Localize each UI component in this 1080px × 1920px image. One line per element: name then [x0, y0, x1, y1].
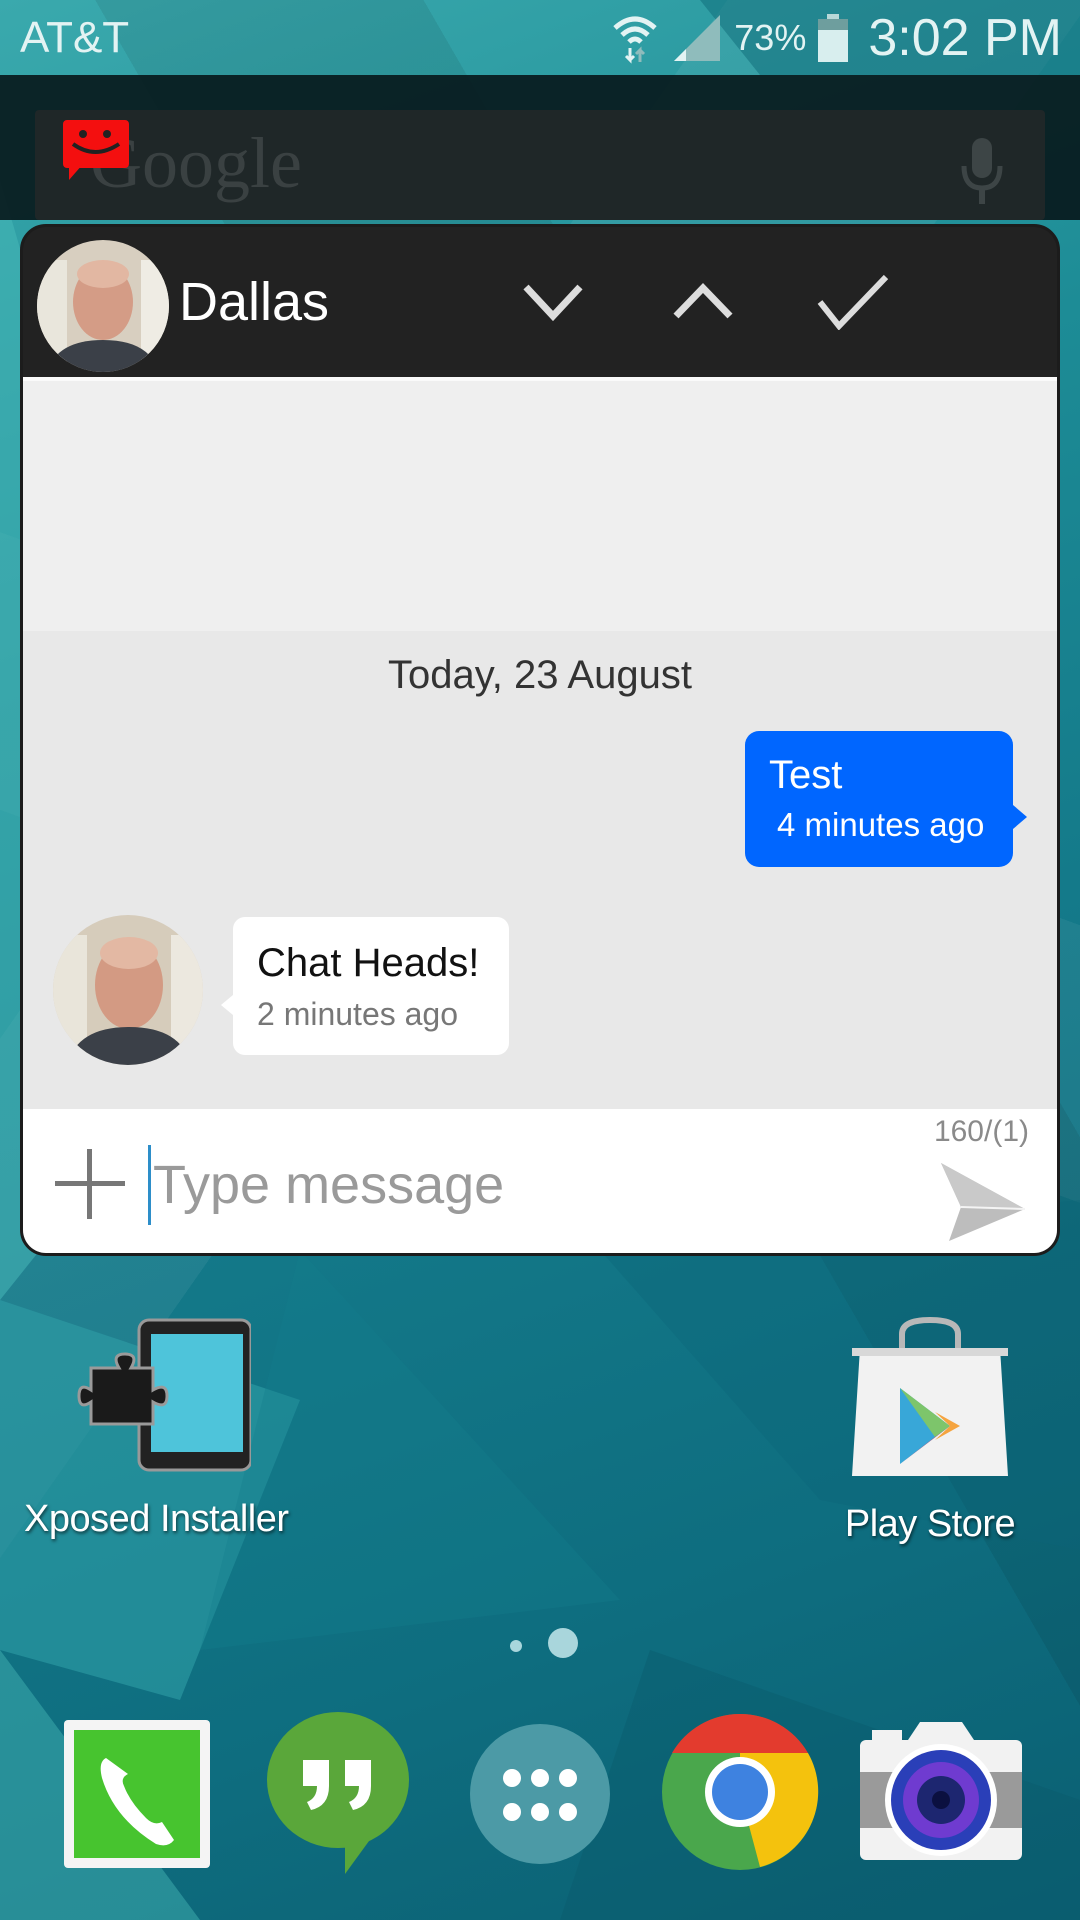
xposed-installer-icon — [77, 1318, 252, 1472]
app-label: Play Store — [844, 1503, 1016, 1545]
chat-head-window: Dallas Today, 23 August Test 4 minutes a… — [20, 224, 1060, 1256]
message-list[interactable]: Today, 23 August Test 4 minutes ago Chat… — [23, 631, 1057, 1109]
play-store-icon — [852, 1316, 1008, 1476]
battery-percent: 73% — [734, 16, 807, 58]
page-dot-1[interactable] — [510, 1640, 522, 1652]
attach-plus-icon[interactable] — [53, 1147, 127, 1221]
hangouts-icon[interactable] — [267, 1712, 409, 1874]
status-bar: AT&T 73% 3:02 PM — [0, 0, 1080, 75]
app-label: Xposed Installer — [24, 1498, 289, 1540]
message-text: Chat Heads! — [257, 941, 480, 985]
message-list-empty-area[interactable] — [23, 377, 1057, 631]
minimize-button[interactable] — [513, 267, 593, 337]
mic-icon[interactable] — [959, 136, 1005, 206]
expand-button[interactable] — [663, 267, 743, 337]
date-separator: Today, 23 August — [388, 653, 692, 697]
app-play-store[interactable]: Play Store — [840, 1316, 1020, 1546]
contact-name: Dallas — [179, 272, 330, 332]
check-icon — [817, 274, 889, 330]
app-drawer-icon[interactable] — [470, 1724, 610, 1864]
sender-avatar[interactable] — [53, 915, 203, 1065]
contact-avatar[interactable] — [37, 240, 169, 372]
message-composer: 160/(1) — [23, 1109, 1057, 1253]
char-counter: 160/(1) — [933, 1115, 1029, 1148]
message-text: Test — [769, 753, 843, 797]
google-search-widget[interactable]: Google — [35, 110, 1045, 220]
chevron-up-icon — [673, 282, 733, 319]
signal-icon — [674, 14, 721, 61]
clock: 3:02 PM — [868, 8, 1062, 67]
phone-icon[interactable] — [62, 1718, 212, 1870]
outgoing-message[interactable]: Test 4 minutes ago — [745, 731, 1027, 867]
send-icon[interactable] — [939, 1161, 1027, 1243]
app-xposed-installer[interactable]: Xposed Installer — [24, 1316, 289, 1541]
chat-header: Dallas — [23, 227, 1057, 377]
message-time: 2 minutes ago — [257, 996, 459, 1032]
chevron-down-icon — [523, 284, 583, 322]
chrome-icon[interactable] — [662, 1713, 819, 1870]
incoming-message[interactable]: Chat Heads! 2 minutes ago — [221, 917, 509, 1055]
chathead-badge-icon[interactable] — [63, 120, 129, 182]
page-dot-2-active[interactable] — [548, 1628, 578, 1658]
page-indicator — [0, 1628, 1080, 1664]
message-time: 4 minutes ago — [777, 806, 985, 843]
camera-icon[interactable] — [860, 1722, 1022, 1860]
message-input[interactable] — [148, 1145, 848, 1225]
mark-read-button[interactable] — [813, 267, 893, 337]
carrier-name: AT&T — [20, 12, 130, 62]
battery-icon — [818, 13, 849, 62]
wifi-data-icon — [613, 16, 657, 64]
status-icons: 73% 3:02 PM — [610, 8, 1062, 68]
